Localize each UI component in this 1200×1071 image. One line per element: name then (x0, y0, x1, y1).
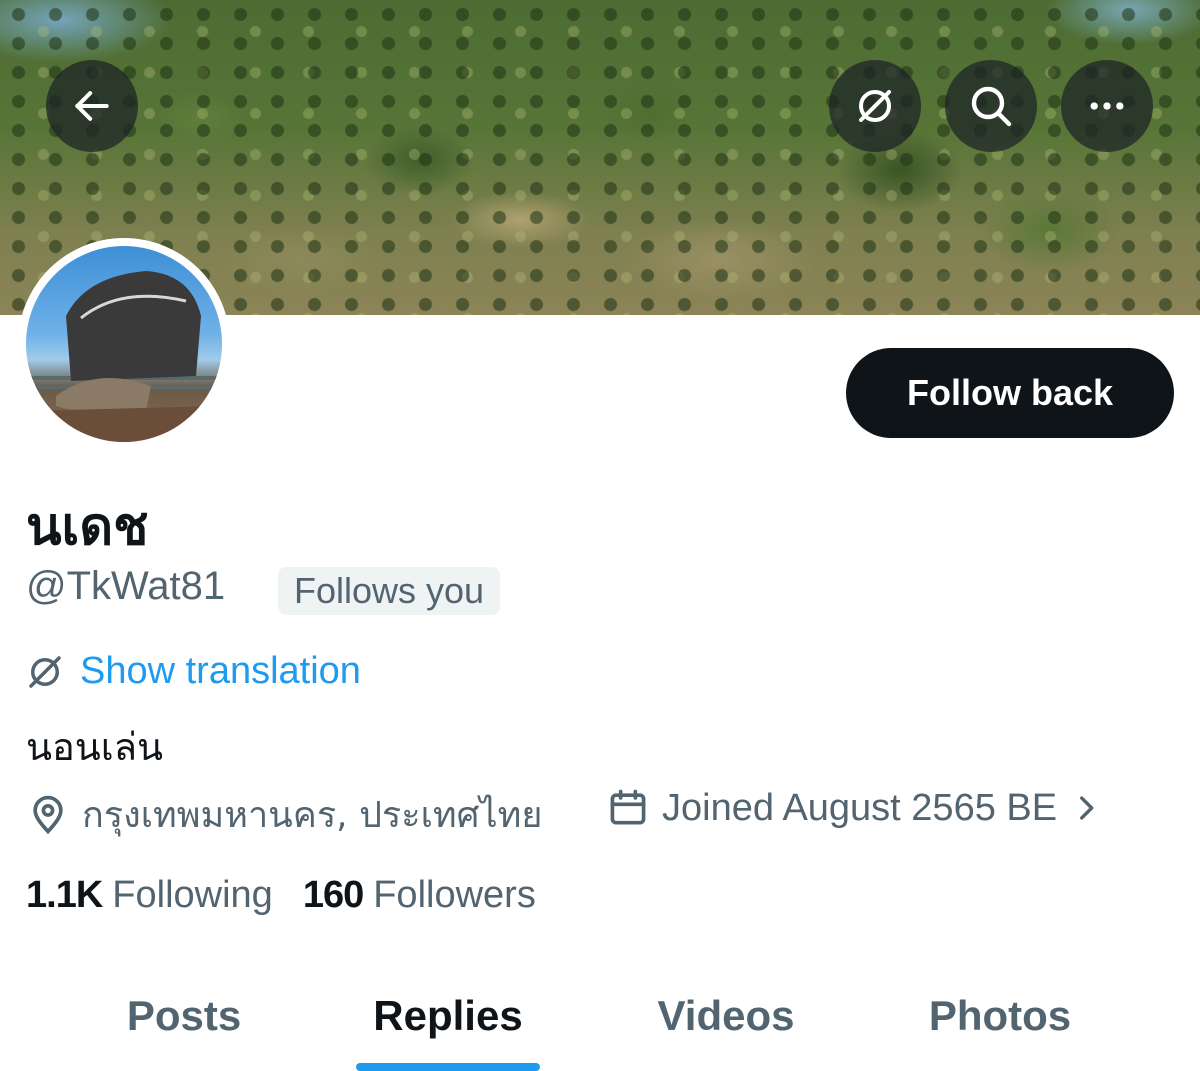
follows-you-badge: Follows you (278, 567, 501, 615)
tab-posts[interactable]: Posts (84, 960, 284, 1071)
active-tab-indicator (356, 1063, 540, 1071)
calendar-icon (610, 789, 646, 825)
profile-location: กรุงเทพมหานคร, ประเทศไทย (26, 786, 542, 843)
more-horizontal-icon (1090, 102, 1124, 110)
follow-back-button[interactable]: Follow back (846, 348, 1174, 438)
avatar[interactable] (18, 238, 230, 450)
profile-tabs: Posts Replies Videos Photos (0, 960, 1200, 1071)
location-text: กรุงเทพมหานคร, ประเทศไทย (82, 795, 543, 836)
show-translation-link[interactable]: Show translation (24, 650, 361, 693)
following-link[interactable]: 1.1K Following (26, 874, 273, 917)
following-label: Following (112, 874, 273, 916)
profile-joined-date[interactable]: Joined August 2565 BE (606, 786, 1103, 830)
avatar-rock-illustration (26, 271, 222, 442)
user-handle: @TkWat81 (26, 564, 226, 608)
joined-text: Joined August 2565 BE (662, 786, 1058, 829)
translate-button[interactable] (829, 60, 921, 152)
tab-photos[interactable]: Photos (900, 960, 1100, 1071)
arrow-left-icon (75, 91, 109, 121)
followers-label: Followers (373, 874, 536, 916)
location-pin-icon (33, 795, 63, 834)
followers-count: 160 (302, 874, 364, 916)
tab-replies[interactable]: Replies (348, 960, 548, 1071)
tab-videos[interactable]: Videos (626, 960, 826, 1071)
following-count: 1.1K (26, 874, 103, 916)
translate-icon (29, 655, 61, 688)
chevron-right-icon (1080, 796, 1094, 820)
back-button[interactable] (46, 60, 138, 152)
avatar-image (26, 246, 222, 442)
search-icon (971, 86, 1012, 127)
display-name: นเดช (26, 497, 149, 557)
follow-stats: 1.1K Following 160 Followers (26, 874, 566, 917)
profile-bio: นอนเล่น (26, 725, 164, 769)
more-button[interactable] (1061, 60, 1153, 152)
translate-icon (859, 90, 891, 122)
show-translation-label: Show translation (80, 650, 361, 692)
search-button[interactable] (945, 60, 1037, 152)
followers-link[interactable]: 160 Followers (303, 874, 536, 917)
